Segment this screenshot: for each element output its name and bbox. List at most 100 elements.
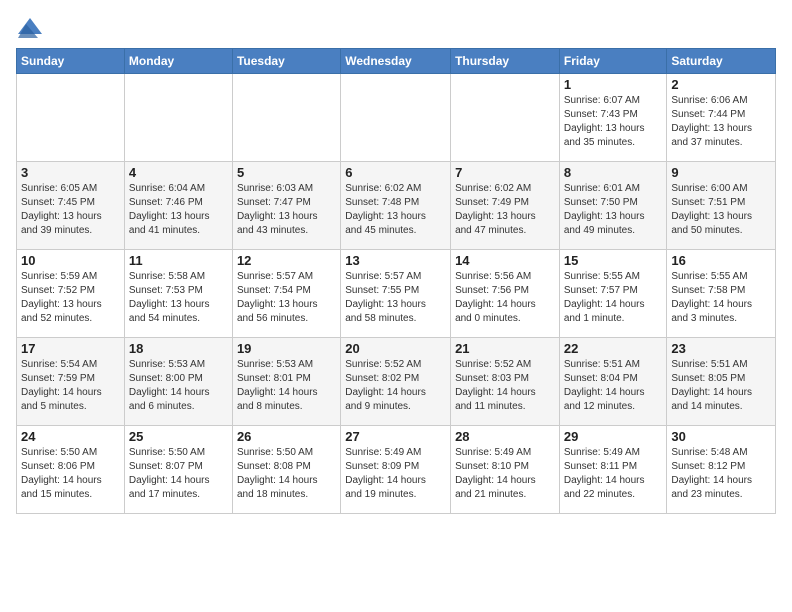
calendar-cell: 29Sunrise: 5:49 AM Sunset: 8:11 PM Dayli… <box>559 426 667 514</box>
calendar-cell: 23Sunrise: 5:51 AM Sunset: 8:05 PM Dayli… <box>667 338 776 426</box>
calendar-cell: 9Sunrise: 6:00 AM Sunset: 7:51 PM Daylig… <box>667 162 776 250</box>
calendar-cell: 24 Sunrise: 5:50 AM Sunset: 8:06 PM Dayli… <box>17 426 125 514</box>
calendar-cell: 30 Sunrise: 5:48 AM Sunset: 8:12 PM Dayli… <box>667 426 776 514</box>
calendar-cell <box>17 74 125 162</box>
calendar-cell <box>124 74 232 162</box>
day-info: Sunrise: 5:55 AM Sunset: 7:58 PM Dayligh… <box>671 270 771 326</box>
day-header-friday: Friday <box>559 49 667 74</box>
day-number: 18 <box>129 341 228 356</box>
day-info: Sunrise: 6:04 AM Sunset: 7:46 PM Dayligh… <box>129 182 228 238</box>
calendar-table: SundayMondayTuesdayWednesdayThursdayFrid… <box>16 48 776 514</box>
day-number: 8 <box>564 165 663 180</box>
calendar-cell: 8 Sunrise: 6:01 AM Sunset: 7:50 PM Daylig… <box>559 162 667 250</box>
calendar-cell: 14 Sunrise: 5:56 AM Sunset: 7:56 PM Dayli… <box>451 250 560 338</box>
day-info: Sunrise: 6:01 AM Sunset: 7:50 PM Dayligh… <box>564 182 663 238</box>
day-number: 11 <box>129 253 228 268</box>
calendar-cell: 15 Sunrise: 5:55 AM Sunset: 7:57 PM Dayli… <box>559 250 667 338</box>
calendar-cell: 17Sunrise: 5:54 AM Sunset: 7:59 PM Dayli… <box>17 338 125 426</box>
calendar-cell <box>341 74 451 162</box>
page-header <box>16 16 776 38</box>
calendar-cell: 11 Sunrise: 5:58 AM Sunset: 7:53 PM Dayli… <box>124 250 232 338</box>
day-number: 12 <box>237 253 336 268</box>
day-header-saturday: Saturday <box>667 49 776 74</box>
calendar-cell: 12 Sunrise: 5:57 AM Sunset: 7:54 PM Dayli… <box>232 250 340 338</box>
week-row-2: 3Sunrise: 6:05 AM Sunset: 7:45 PM Daylig… <box>17 162 776 250</box>
day-info: Sunrise: 6:02 AM Sunset: 7:48 PM Dayligh… <box>345 182 446 238</box>
day-number: 6 <box>345 165 446 180</box>
day-info: Sunrise: 5:52 AM Sunset: 8:02 PM Dayligh… <box>345 358 446 414</box>
day-info: Sunrise: 5:51 AM Sunset: 8:04 PM Dayligh… <box>564 358 663 414</box>
calendar-cell: 26 Sunrise: 5:50 AM Sunset: 8:08 PM Dayli… <box>232 426 340 514</box>
calendar-cell: 21 Sunrise: 5:52 AM Sunset: 8:03 PM Dayli… <box>451 338 560 426</box>
day-number: 21 <box>455 341 555 356</box>
calendar-cell: 25 Sunrise: 5:50 AM Sunset: 8:07 PM Dayli… <box>124 426 232 514</box>
day-info: Sunrise: 5:58 AM Sunset: 7:53 PM Dayligh… <box>129 270 228 326</box>
day-info: Sunrise: 5:59 AM Sunset: 7:52 PM Dayligh… <box>21 270 120 326</box>
calendar-cell: 28 Sunrise: 5:49 AM Sunset: 8:10 PM Dayli… <box>451 426 560 514</box>
day-info: Sunrise: 6:03 AM Sunset: 7:47 PM Dayligh… <box>237 182 336 238</box>
day-number: 20 <box>345 341 446 356</box>
day-number: 16 <box>671 253 771 268</box>
calendar-cell: 20 Sunrise: 5:52 AM Sunset: 8:02 PM Dayli… <box>341 338 451 426</box>
calendar-cell: 1Sunrise: 6:07 AM Sunset: 7:43 PM Daylig… <box>559 74 667 162</box>
week-row-4: 17Sunrise: 5:54 AM Sunset: 7:59 PM Dayli… <box>17 338 776 426</box>
calendar-cell <box>451 74 560 162</box>
day-info: Sunrise: 5:54 AM Sunset: 7:59 PM Dayligh… <box>21 358 120 414</box>
calendar-cell: 2Sunrise: 6:06 AM Sunset: 7:44 PM Daylig… <box>667 74 776 162</box>
day-info: Sunrise: 6:00 AM Sunset: 7:51 PM Dayligh… <box>671 182 771 238</box>
day-info: Sunrise: 6:07 AM Sunset: 7:43 PM Dayligh… <box>564 94 663 150</box>
day-info: Sunrise: 5:53 AM Sunset: 8:01 PM Dayligh… <box>237 358 336 414</box>
day-number: 26 <box>237 429 336 444</box>
day-number: 24 <box>21 429 120 444</box>
calendar-cell: 22 Sunrise: 5:51 AM Sunset: 8:04 PM Dayli… <box>559 338 667 426</box>
day-number: 25 <box>129 429 228 444</box>
calendar-cell: 19Sunrise: 5:53 AM Sunset: 8:01 PM Dayli… <box>232 338 340 426</box>
calendar-cell: 13Sunrise: 5:57 AM Sunset: 7:55 PM Dayli… <box>341 250 451 338</box>
day-header-sunday: Sunday <box>17 49 125 74</box>
calendar-cell: 16 Sunrise: 5:55 AM Sunset: 7:58 PM Dayli… <box>667 250 776 338</box>
calendar-cell: 3Sunrise: 6:05 AM Sunset: 7:45 PM Daylig… <box>17 162 125 250</box>
day-number: 28 <box>455 429 555 444</box>
day-info: Sunrise: 5:50 AM Sunset: 8:06 PM Dayligh… <box>21 446 120 502</box>
header-row: SundayMondayTuesdayWednesdayThursdayFrid… <box>17 49 776 74</box>
day-number: 2 <box>671 77 771 92</box>
day-info: Sunrise: 5:50 AM Sunset: 8:07 PM Dayligh… <box>129 446 228 502</box>
day-number: 30 <box>671 429 771 444</box>
day-info: Sunrise: 5:57 AM Sunset: 7:55 PM Dayligh… <box>345 270 446 326</box>
calendar-cell: 18 Sunrise: 5:53 AM Sunset: 8:00 PM Dayli… <box>124 338 232 426</box>
day-info: Sunrise: 5:52 AM Sunset: 8:03 PM Dayligh… <box>455 358 555 414</box>
calendar-cell <box>232 74 340 162</box>
day-header-thursday: Thursday <box>451 49 560 74</box>
day-number: 23 <box>671 341 771 356</box>
day-number: 22 <box>564 341 663 356</box>
calendar-cell: 5 Sunrise: 6:03 AM Sunset: 7:47 PM Daylig… <box>232 162 340 250</box>
week-row-5: 24 Sunrise: 5:50 AM Sunset: 8:06 PM Dayli… <box>17 426 776 514</box>
calendar-cell: 27 Sunrise: 5:49 AM Sunset: 8:09 PM Dayli… <box>341 426 451 514</box>
day-info: Sunrise: 5:53 AM Sunset: 8:00 PM Dayligh… <box>129 358 228 414</box>
day-number: 3 <box>21 165 120 180</box>
day-number: 14 <box>455 253 555 268</box>
calendar-cell: 10Sunrise: 5:59 AM Sunset: 7:52 PM Dayli… <box>17 250 125 338</box>
day-info: Sunrise: 5:49 AM Sunset: 8:11 PM Dayligh… <box>564 446 663 502</box>
day-info: Sunrise: 5:48 AM Sunset: 8:12 PM Dayligh… <box>671 446 771 502</box>
day-info: Sunrise: 5:56 AM Sunset: 7:56 PM Dayligh… <box>455 270 555 326</box>
day-info: Sunrise: 5:49 AM Sunset: 8:09 PM Dayligh… <box>345 446 446 502</box>
day-info: Sunrise: 5:49 AM Sunset: 8:10 PM Dayligh… <box>455 446 555 502</box>
day-info: Sunrise: 5:55 AM Sunset: 7:57 PM Dayligh… <box>564 270 663 326</box>
day-number: 7 <box>455 165 555 180</box>
day-header-wednesday: Wednesday <box>341 49 451 74</box>
calendar-cell: 4Sunrise: 6:04 AM Sunset: 7:46 PM Daylig… <box>124 162 232 250</box>
calendar-cell: 7 Sunrise: 6:02 AM Sunset: 7:49 PM Daylig… <box>451 162 560 250</box>
day-info: Sunrise: 5:57 AM Sunset: 7:54 PM Dayligh… <box>237 270 336 326</box>
day-header-monday: Monday <box>124 49 232 74</box>
day-header-tuesday: Tuesday <box>232 49 340 74</box>
day-number: 27 <box>345 429 446 444</box>
logo-icon <box>16 16 44 38</box>
week-row-1: 1Sunrise: 6:07 AM Sunset: 7:43 PM Daylig… <box>17 74 776 162</box>
day-number: 15 <box>564 253 663 268</box>
day-number: 5 <box>237 165 336 180</box>
calendar-cell: 6 Sunrise: 6:02 AM Sunset: 7:48 PM Daylig… <box>341 162 451 250</box>
day-info: Sunrise: 6:02 AM Sunset: 7:49 PM Dayligh… <box>455 182 555 238</box>
logo <box>16 16 48 38</box>
day-info: Sunrise: 5:50 AM Sunset: 8:08 PM Dayligh… <box>237 446 336 502</box>
